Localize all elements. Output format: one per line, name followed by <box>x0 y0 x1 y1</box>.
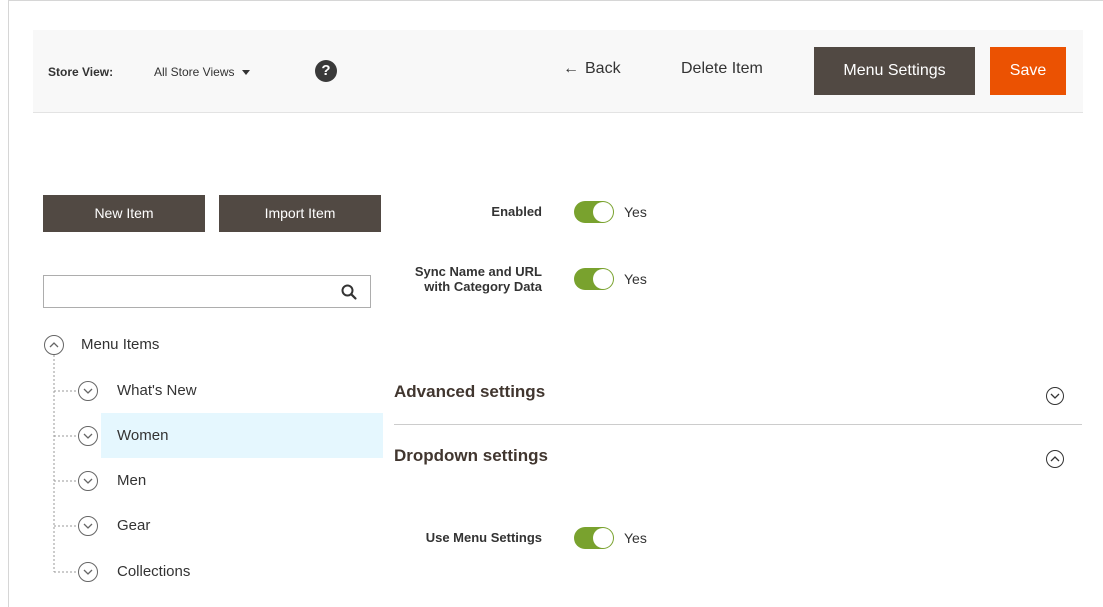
chevron-up-icon[interactable] <box>44 335 64 355</box>
sync-value: Yes <box>624 271 647 287</box>
store-view-label: Store View: <box>48 65 114 79</box>
tree-item-gear[interactable]: Gear <box>117 517 150 534</box>
advanced-settings-title[interactable]: Advanced settings <box>394 382 545 402</box>
chevron-down-icon[interactable] <box>78 562 98 582</box>
page-actions-bar: Store View: All Store Views ? ← Back Dele… <box>33 30 1083 113</box>
caret-down-icon <box>242 70 251 76</box>
tree-item-whats-new[interactable]: What's New <box>117 382 197 399</box>
chevron-down-icon[interactable] <box>1046 387 1064 405</box>
tree-search-field <box>43 275 371 308</box>
save-button[interactable]: Save <box>990 47 1066 95</box>
use-menu-settings-value: Yes <box>624 530 647 546</box>
chevron-down-icon[interactable] <box>78 426 98 446</box>
enabled-value: Yes <box>624 204 647 220</box>
section-divider <box>394 424 1082 425</box>
toggle-knob <box>593 269 613 289</box>
toggle-knob <box>593 202 613 222</box>
use-menu-settings-toggle[interactable] <box>574 527 614 549</box>
use-menu-settings-label: Use Menu Settings <box>425 530 542 545</box>
chevron-down-icon[interactable] <box>78 471 98 491</box>
back-button[interactable]: ← Back <box>563 60 621 78</box>
store-view-value: All Store Views <box>154 65 235 79</box>
dropdown-settings-title[interactable]: Dropdown settings <box>394 446 548 466</box>
delete-item-button[interactable]: Delete Item <box>681 60 763 78</box>
arrow-left-icon: ← <box>563 60 579 77</box>
search-icon[interactable] <box>340 283 358 301</box>
sync-label: Sync Name and URL with Category Data <box>380 264 542 294</box>
enabled-label: Enabled <box>491 204 542 219</box>
tree-item-women[interactable]: Women <box>117 427 168 444</box>
chevron-down-icon[interactable] <box>78 516 98 536</box>
enabled-toggle[interactable] <box>574 201 614 223</box>
menu-settings-button[interactable]: Menu Settings <box>814 47 975 95</box>
new-item-button[interactable]: New Item <box>43 195 205 232</box>
sync-toggle[interactable] <box>574 268 614 290</box>
tree-search-input[interactable] <box>50 276 334 308</box>
tree-item-collections[interactable]: Collections <box>117 563 190 580</box>
store-view-dropdown[interactable]: All Store Views <box>154 65 251 79</box>
help-icon[interactable]: ? <box>315 60 337 82</box>
chevron-up-icon[interactable] <box>1046 450 1064 468</box>
tree-item-men[interactable]: Men <box>117 472 146 489</box>
tree-root-label[interactable]: Menu Items <box>81 336 159 353</box>
sync-label-line1: Sync Name and URL <box>414 264 542 279</box>
chevron-down-icon[interactable] <box>78 381 98 401</box>
sync-label-line2: with Category Data <box>424 279 542 294</box>
back-label: Back <box>585 60 621 77</box>
toggle-knob <box>593 528 613 548</box>
import-item-button[interactable]: Import Item <box>219 195 381 232</box>
